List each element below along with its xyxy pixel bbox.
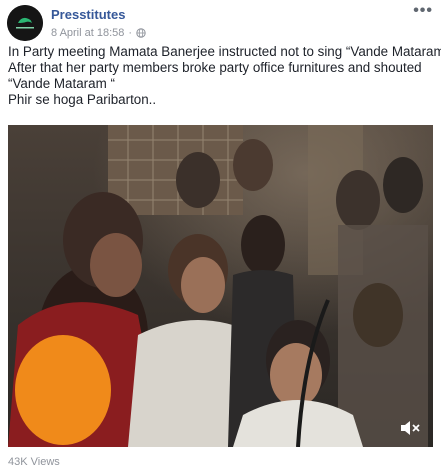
view-count: 43K Views: [8, 456, 60, 468]
post-timestamp[interactable]: 8 April at 18:58: [51, 27, 124, 39]
meta-separator: ·: [128, 27, 133, 39]
facebook-post: Presstitutes 8 April at 18:58 · ••• In P…: [0, 0, 441, 474]
post-text-line: “Vande Mataram “: [8, 76, 115, 91]
page-logo-icon: [7, 5, 43, 41]
post-text-line: Phir se hoga Paribarton..: [8, 92, 157, 107]
video-player[interactable]: [8, 125, 433, 447]
page-name-link[interactable]: Presstitutes: [51, 7, 125, 22]
post-text: In Party meeting Mamata Banerjee instruc…: [8, 44, 441, 108]
video-frame: [8, 125, 433, 447]
globe-icon[interactable]: [136, 28, 146, 38]
speaker-muted-icon[interactable]: [399, 419, 421, 437]
more-options-icon[interactable]: •••: [413, 2, 433, 20]
post-text-line: In Party meeting Mamata Banerjee instruc…: [8, 44, 441, 59]
page-avatar[interactable]: [7, 5, 43, 41]
post-text-line: After that her party members broke party…: [8, 60, 422, 75]
post-meta: 8 April at 18:58 ·: [51, 27, 146, 39]
